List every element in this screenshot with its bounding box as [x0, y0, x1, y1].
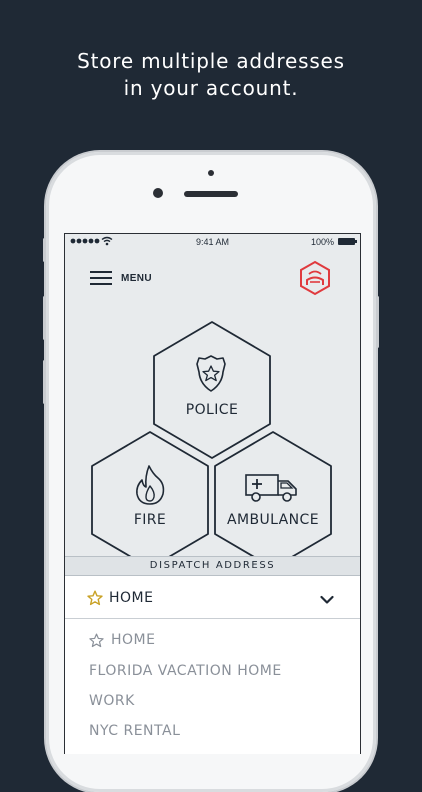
- menu-button[interactable]: MENU: [90, 268, 152, 288]
- promo-caption: Store multiple addresses in your account…: [0, 48, 422, 102]
- address-options-list: HOME FLORIDA VACATION HOME WORK NYC RENT…: [65, 619, 360, 754]
- status-bar: 9:41 AM 100%: [65, 234, 360, 250]
- address-option-label: HOME: [111, 632, 156, 648]
- proximity-sensor: [208, 170, 214, 176]
- ambulance-icon: [244, 472, 300, 509]
- battery-percent: 100%: [310, 237, 334, 247]
- address-option-label: FLORIDA VACATION HOME: [89, 663, 282, 679]
- address-option-florida-vacation-home[interactable]: FLORIDA VACATION HOME: [89, 663, 282, 679]
- menu-label: MENU: [121, 272, 153, 284]
- address-option-home[interactable]: HOME: [89, 632, 155, 648]
- hamburger-menu-icon: [90, 271, 112, 285]
- police-label: POLICE: [185, 402, 239, 418]
- phone-side-button: [43, 238, 46, 262]
- police-badge-icon: [193, 354, 229, 399]
- caption-line-1: Store multiple addresses: [77, 49, 345, 73]
- fire-label: FIRE: [133, 512, 167, 528]
- fire-button[interactable]: FIRE: [89, 430, 211, 570]
- front-camera: [153, 188, 163, 198]
- chevron-down-icon[interactable]: [320, 592, 334, 610]
- address-option-label: WORK: [89, 693, 135, 709]
- phone-volume-down-button: [43, 360, 46, 404]
- caption-line-2: in your account.: [123, 76, 299, 100]
- ambulance-button[interactable]: AMBULANCE: [212, 430, 334, 570]
- address-option-label: NYC RENTAL: [89, 723, 181, 739]
- address-option-work[interactable]: WORK: [89, 693, 135, 709]
- battery-icon: [338, 238, 357, 245]
- star-icon: [89, 633, 104, 648]
- hexagon-car-logo-icon[interactable]: [298, 260, 332, 301]
- ambulance-label: AMBULANCE: [227, 512, 319, 528]
- phone-volume-up-button: [43, 296, 46, 340]
- selected-address: HOME: [109, 590, 154, 606]
- flame-icon: [133, 464, 167, 511]
- earpiece-speaker: [184, 191, 238, 197]
- address-option-nyc-rental[interactable]: NYC RENTAL: [89, 723, 180, 739]
- app-screen: 9:41 AM 100% MENU POLICE FIRE AMBULANCE …: [64, 233, 361, 754]
- dispatch-address-header: DISPATCH ADDRESS: [65, 556, 360, 576]
- dispatch-address-select[interactable]: HOME: [65, 576, 360, 619]
- phone-power-button: [376, 296, 379, 348]
- star-icon: [87, 590, 103, 611]
